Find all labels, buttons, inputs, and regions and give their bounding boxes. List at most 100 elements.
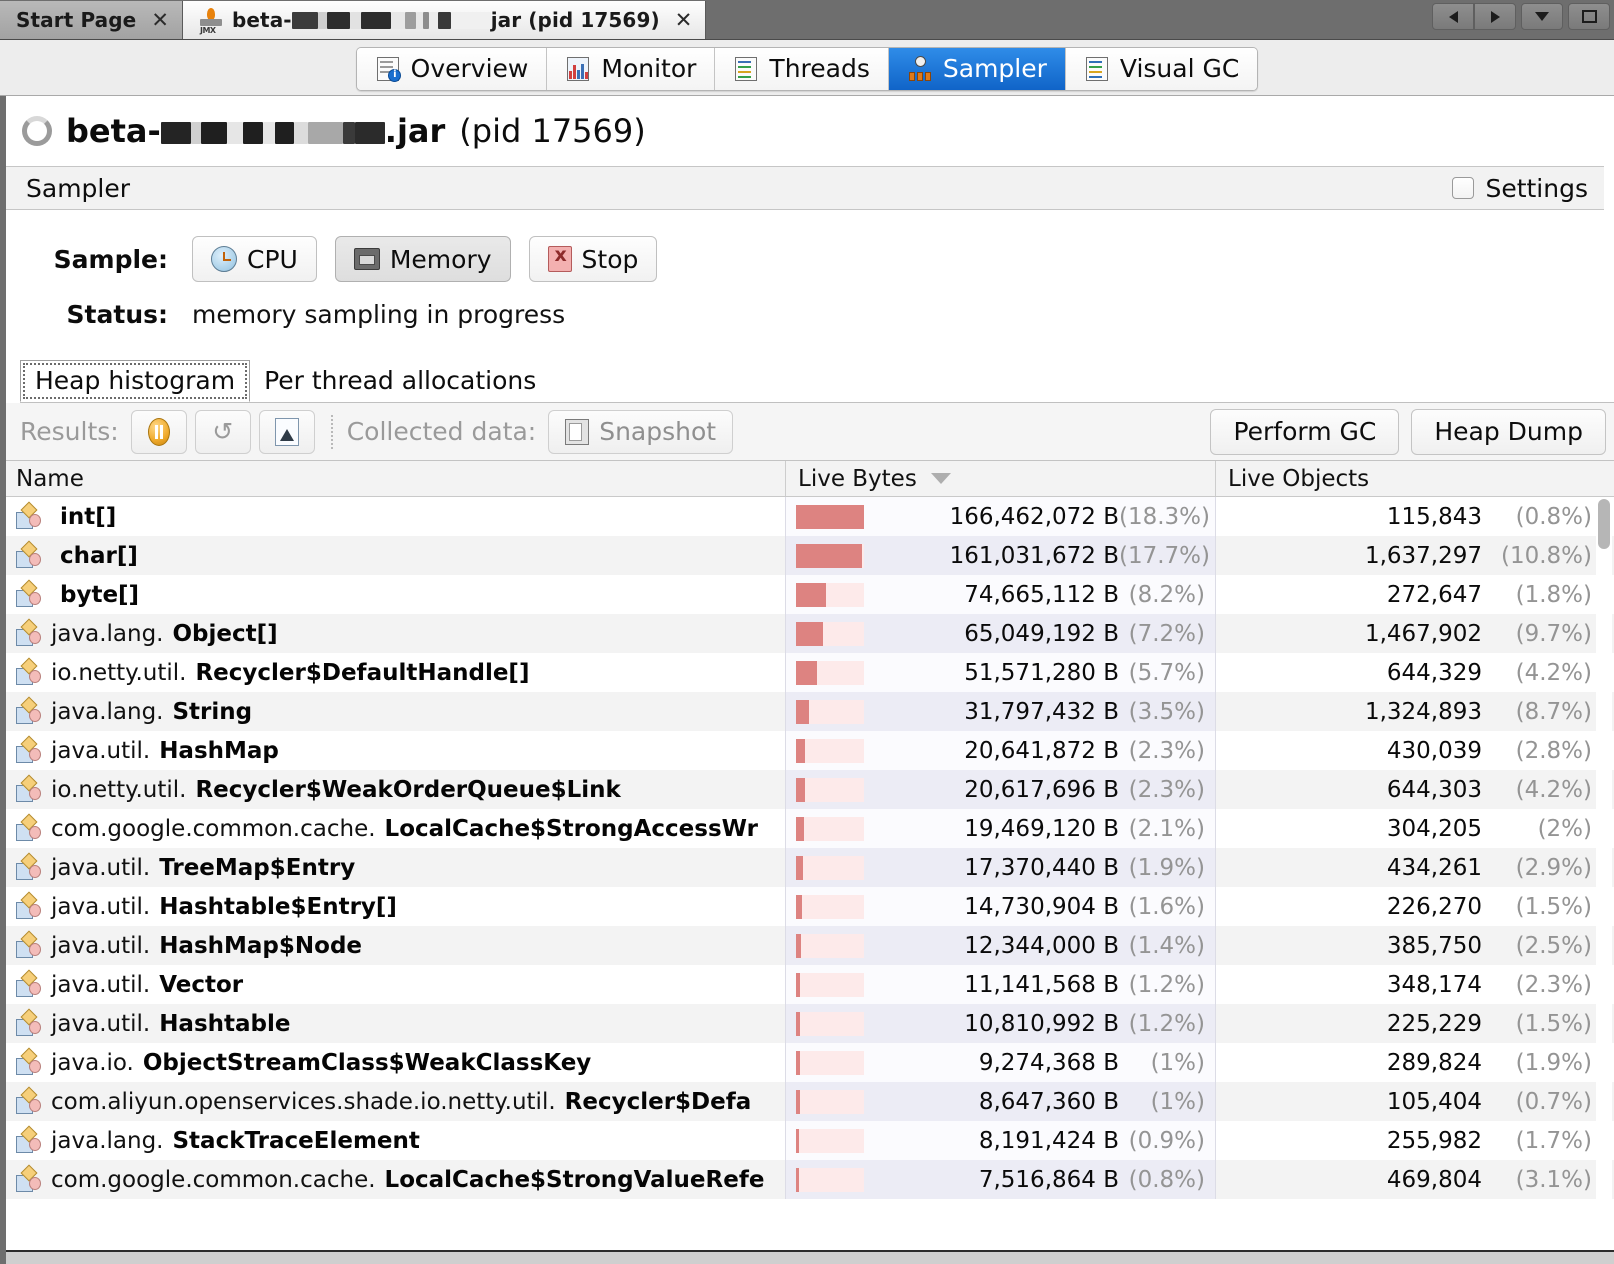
live-objects-percent: (3.1%) [1515,1166,1592,1193]
redacted-block [274,122,294,144]
cell-live-bytes: 7,516,864 B (0.8%) [785,1160,1215,1199]
window-tab-label-suffix: jar (pid 17569) [490,8,660,32]
live-objects-value: 304,205 [1386,815,1482,842]
visualgc-icon [1084,56,1110,82]
window-tab-start-page[interactable]: Start Page ✕ [0,1,183,39]
redacted-block [450,12,491,29]
tab-sampler[interactable]: Sampler [888,47,1066,90]
refresh-results-button[interactable]: ↺ [194,409,251,454]
class-icon [16,618,42,647]
pause-icon [147,417,170,446]
scroll-right-button[interactable] [1474,3,1516,30]
tab-overview[interactable]: Overview [356,47,548,90]
table-row[interactable]: com.aliyun.openservices.shade.io.netty.u… [6,1082,1614,1121]
live-bytes-value: 166,462,072 B [949,503,1119,530]
sample-memory-button[interactable]: Memory [334,236,511,282]
table-row[interactable]: com.google.common.cache. LocalCache$Stron… [6,809,1614,848]
cell-live-bytes: 11,141,568 B (1.2%) [785,965,1215,1004]
settings-checkbox[interactable] [1452,177,1475,199]
pause-results-button[interactable] [130,409,187,454]
live-bytes-percent: (1%) [1150,1088,1205,1115]
page-title-pid: (pid 17569) [459,112,646,150]
table-row[interactable]: java.lang. Object[] 65,049,192 B (7.2%) 1,46… [6,614,1614,653]
cell-live-objects: 434,261 (2.9%) [1215,848,1614,887]
table-row[interactable]: java.util. Vector 11,141,568 B (1.2%) 348,17… [6,965,1614,1004]
heap-dump-button[interactable]: Heap Dump [1411,408,1606,455]
sampler-subtabs: Heap histogram Per thread allocations [20,360,1614,403]
table-row[interactable]: char[] 161,031,672 B (17.7%) 1,637,297 (10.8… [6,536,1614,575]
table-row[interactable]: java.util. HashMap$Node 12,344,000 B (1.4%)… [6,926,1614,965]
snapshot-button[interactable]: Snapshot [548,409,734,454]
cell-live-objects: 289,824 (1.9%) [1215,1043,1614,1082]
table-row[interactable]: java.io. ObjectStreamClass$WeakClassKey 9,… [6,1043,1614,1082]
table-row[interactable]: java.util. Hashtable 10,810,992 B (1.2%) 225… [6,1004,1614,1043]
table-row[interactable]: java.lang. String 31,797,432 B (3.5%) 1,324,… [6,692,1614,731]
table-row[interactable]: java.util. Hashtable$Entry[] 14,730,904 B (… [6,887,1614,926]
cell-live-objects: 430,039 (2.8%) [1215,731,1614,770]
live-objects-percent: (8.7%) [1515,698,1592,725]
table-row[interactable]: int[] 166,462,072 B (18.3%) 115,843 (0.8%) [6,497,1614,536]
settings-label: Settings [1485,173,1588,203]
live-objects-percent: (1.5%) [1515,1010,1592,1037]
class-simple-name: Object[] [172,620,278,647]
table-row[interactable]: byte[] 74,665,112 B (8.2%) 272,647 (1.8%) [6,575,1614,614]
close-icon[interactable]: ✕ [675,9,693,31]
tab-per-thread-allocations[interactable]: Per thread allocations [250,360,550,402]
redacted-block [349,12,361,29]
tab-label: Overview [410,54,529,83]
button-label: Memory [389,244,492,274]
column-header-name[interactable]: Name [6,461,785,496]
live-bytes-bar [796,1050,864,1075]
delta-results-button[interactable] [258,409,315,454]
live-bytes-value: 20,641,872 B [964,737,1119,764]
maximize-button[interactable] [1568,3,1610,30]
sample-stop-button[interactable]: Stop [528,236,658,282]
tab-threads[interactable]: Threads [715,47,889,90]
cell-live-objects: 226,270 (1.5%) [1215,887,1614,926]
scrollbar-thumb[interactable] [1598,499,1610,549]
window-tab-process[interactable]: JMX beta-jar (pid 17569) ✕ [182,1,707,39]
tab-list-dropdown-button[interactable] [1521,3,1563,30]
live-bytes-percent: (5.7%) [1128,659,1205,686]
tab-heap-histogram[interactable]: Heap histogram [20,360,251,402]
class-simple-name: Recycler$DefaultHandle[] [195,659,530,686]
live-bytes-value: 12,344,000 B [964,932,1119,959]
window-tab-label: beta-jar (pid 17569) [232,8,660,32]
table-row[interactable]: java.lang. StackTraceElement 8,191,424 B (0… [6,1121,1614,1160]
redacted-block [326,12,350,29]
redacted-block [307,122,343,144]
cell-class-name: java.io. ObjectStreamClass$WeakClassKey [6,1043,785,1082]
scroll-left-button[interactable] [1432,3,1474,30]
table-row[interactable]: java.util. TreeMap$Entry 17,370,440 B (1.9%… [6,848,1614,887]
table-row[interactable]: io.netty.util. Recycler$WeakOrderQueue$Li… [6,770,1614,809]
live-objects-value: 105,404 [1386,1088,1482,1115]
live-bytes-bar [796,738,864,763]
cell-live-bytes: 10,810,992 B (1.2%) [785,1004,1215,1043]
live-bytes-value: 51,571,280 B [964,659,1119,686]
settings-toggle[interactable]: Settings [1452,174,1588,203]
page-title-prefix: beta- [66,112,161,150]
class-package: java.lang. [51,1127,164,1154]
class-simple-name: Recycler$Defa [564,1088,752,1115]
redacted-block [437,12,451,29]
column-header-live-bytes[interactable]: Live Bytes [785,461,1215,496]
sample-cpu-button[interactable]: CPU [192,236,317,282]
close-icon[interactable]: ✕ [151,9,169,31]
table-row[interactable]: io.netty.util. Recycler$DefaultHandle[] 51… [6,653,1614,692]
table-row[interactable]: java.util. HashMap 20,641,872 B (2.3%) 430,0… [6,731,1614,770]
chevron-right-icon [1490,10,1500,23]
tab-visual-gc[interactable]: Visual GC [1065,47,1258,90]
live-bytes-percent: (1.6%) [1128,893,1205,920]
live-bytes-value: 10,810,992 B [964,1010,1119,1037]
live-objects-value: 272,647 [1386,581,1482,608]
table-row[interactable]: com.google.common.cache. LocalCache$Stron… [6,1160,1614,1199]
class-icon [16,852,42,881]
class-package: java.util. [51,893,151,920]
table-scrollbar[interactable] [1596,497,1612,1244]
sampler-controls: Sample: CPU Memory Stop Status: memory s… [6,210,1614,347]
perform-gc-button[interactable]: Perform GC [1210,408,1400,455]
cell-class-name: java.lang. StackTraceElement [6,1121,785,1160]
tab-monitor[interactable]: Monitor [547,47,716,90]
live-bytes-bar [796,1167,864,1192]
column-header-live-objects[interactable]: Live Objects [1215,461,1614,496]
